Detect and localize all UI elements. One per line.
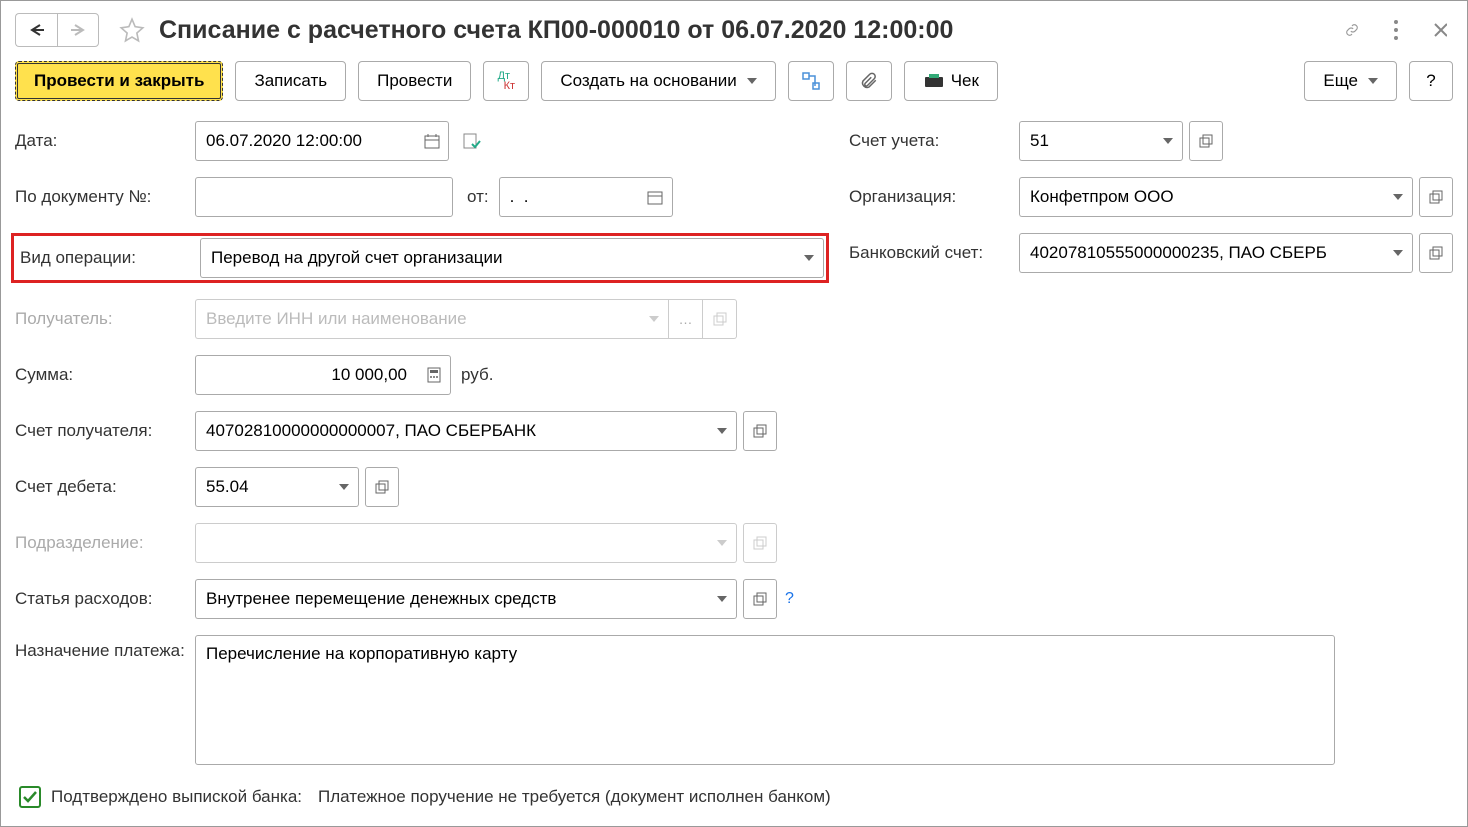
date-label: Дата: [15,131,195,151]
recipient-account-label: Счет получателя: [15,421,195,441]
nav-back-button[interactable] [15,13,57,47]
recipient-input [195,299,635,339]
more-label: Еще [1323,71,1358,91]
post-and-close-button[interactable]: Провести и закрыть [15,61,223,101]
currency-label: руб. [461,365,493,385]
debit-account-input[interactable] [195,467,325,507]
doc-no-input[interactable] [195,177,453,217]
help-button[interactable]: ? [1409,61,1453,101]
attachment-button[interactable] [846,61,892,101]
open-icon[interactable] [743,411,777,451]
dt-kt-button[interactable]: ДтКт [483,61,529,101]
dropdown-icon[interactable] [1379,233,1413,273]
cheque-label: Чек [951,71,979,91]
open-icon[interactable] [365,467,399,507]
confirmed-checkbox[interactable] [19,786,41,808]
create-based-label: Создать на основании [560,71,736,91]
chevron-down-icon [1368,78,1378,84]
dropdown-icon[interactable] [703,411,737,451]
confirmed-text: Платежное поручение не требуется (докуме… [318,787,831,807]
op-type-input[interactable] [200,238,790,278]
open-icon[interactable] [1189,121,1223,161]
doc-from-date-input[interactable] [499,177,639,217]
recipient-account-input[interactable] [195,411,703,451]
department-input [195,523,703,563]
amount-label: Сумма: [15,365,195,385]
calendar-icon[interactable] [639,177,673,217]
open-icon [703,299,737,339]
operation-type-row: Вид операции: [11,233,829,283]
bank-account-input[interactable] [1019,233,1379,273]
account-label: Счет учета: [849,131,1019,151]
amount-input[interactable] [195,355,417,395]
open-icon [743,523,777,563]
bank-account-label: Банковский счет: [849,243,1019,263]
open-icon[interactable] [743,579,777,619]
chevron-down-icon [747,78,757,84]
dropdown-icon [635,299,669,339]
organization-input[interactable] [1019,177,1379,217]
dropdown-icon[interactable] [325,467,359,507]
doc-status-icon[interactable] [455,121,489,161]
doc-no-label: По документу №: [15,187,195,207]
ellipsis-icon: … [669,299,703,339]
organization-label: Организация: [849,187,1019,207]
expense-item-label: Статья расходов: [15,589,195,609]
account-input[interactable] [1019,121,1149,161]
doc-from-label: от: [467,187,489,207]
dropdown-icon[interactable] [703,579,737,619]
open-icon[interactable] [1419,177,1453,217]
save-button[interactable]: Записать [235,61,346,101]
dropdown-icon[interactable] [1149,121,1183,161]
create-based-on-button[interactable]: Создать на основании [541,61,775,101]
debit-account-label: Счет дебета: [15,477,195,497]
kebab-menu-icon[interactable] [1383,17,1409,43]
nav-forward-button[interactable] [57,13,99,47]
calculator-icon[interactable] [417,355,451,395]
post-button[interactable]: Провести [358,61,471,101]
open-icon[interactable] [1419,233,1453,273]
close-button[interactable] [1427,17,1453,43]
window-title: Списание с расчетного счета КП00-000010 … [159,16,1331,45]
help-link[interactable]: ? [785,590,794,608]
dropdown-icon [703,523,737,563]
structure-button[interactable] [788,61,834,101]
dropdown-icon[interactable] [790,238,824,278]
expense-item-input[interactable] [195,579,703,619]
cheque-button[interactable]: Чек [904,61,998,101]
purpose-label: Назначение платежа: [15,635,195,661]
op-type-label: Вид операции: [16,248,200,268]
favorite-star-icon[interactable] [117,15,147,45]
printer-icon [923,73,945,89]
purpose-textarea[interactable] [195,635,1335,765]
link-icon[interactable] [1339,17,1365,43]
dropdown-icon[interactable] [1379,177,1413,217]
calendar-icon[interactable] [415,121,449,161]
confirmed-label: Подтверждено выпиской банка: [51,787,302,807]
recipient-label: Получатель: [15,309,195,329]
more-button[interactable]: Еще [1304,61,1397,101]
department-label: Подразделение: [15,533,195,553]
date-input[interactable] [195,121,415,161]
